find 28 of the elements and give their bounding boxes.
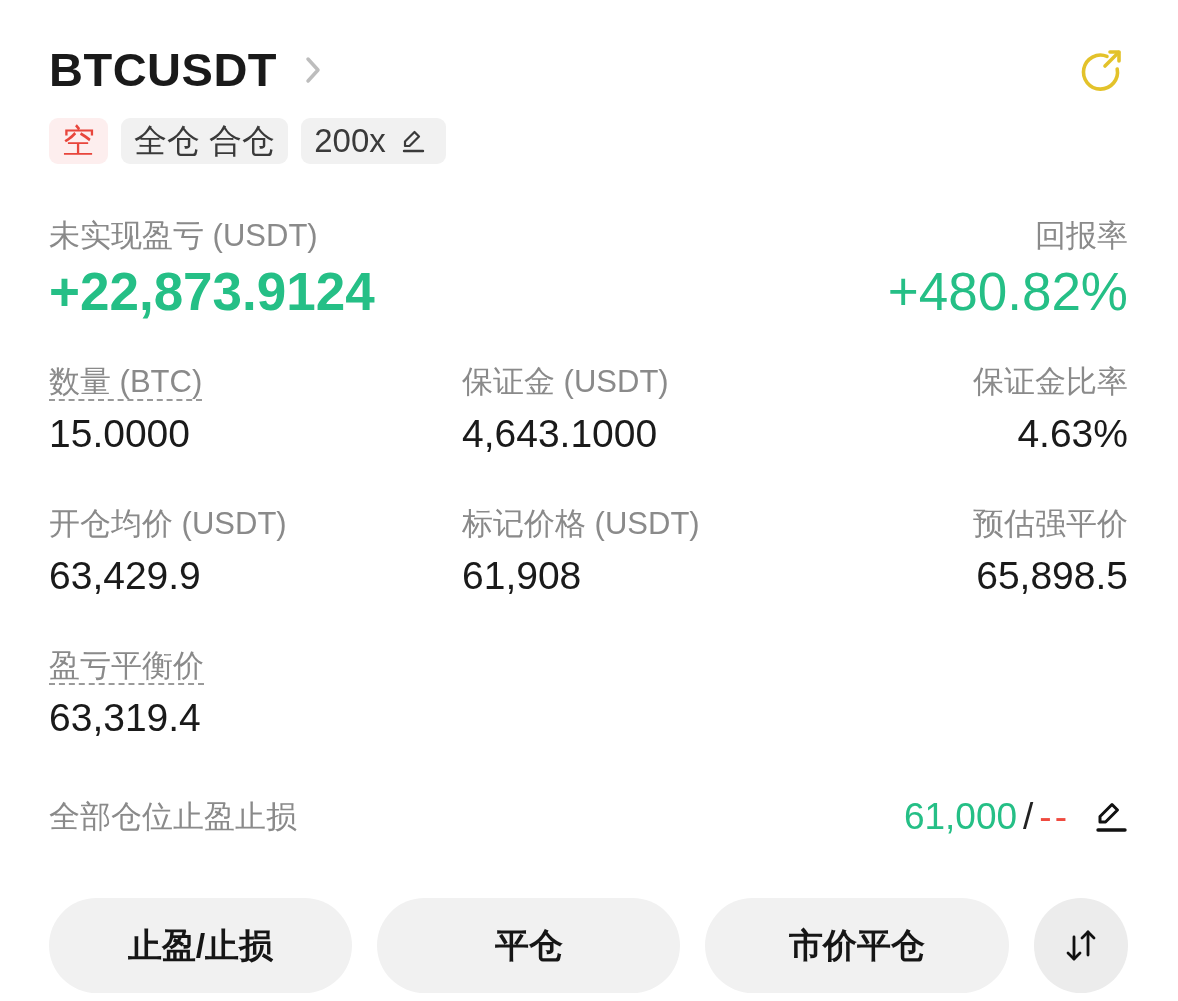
field-value: 4.63% <box>1017 411 1128 457</box>
field-value: 4,643.1000 <box>462 411 658 457</box>
field-label: 开仓均价 (USDT) <box>49 506 287 542</box>
field-label: 保证金 (USDT) <box>462 364 669 400</box>
field-value: 65,898.5 <box>976 553 1128 599</box>
tpsl-label: 全部仓位止盈止损 <box>49 799 297 835</box>
action-button[interactable]: 市价平仓 <box>705 898 1009 993</box>
unrealized-pnl-value: +22,873.9124 <box>49 262 375 322</box>
field-value: 63,429.9 <box>49 553 201 599</box>
leverage-button[interactable]: 200x <box>301 118 446 164</box>
field-label: 标记价格 (USDT) <box>462 506 700 542</box>
action-button[interactable]: 止盈/止损 <box>49 898 353 993</box>
roe-value: +480.82% <box>887 262 1128 322</box>
margin-mode-tag: 全仓 合仓 <box>121 118 289 164</box>
field-value: 63,319.4 <box>49 695 201 741</box>
edit-icon[interactable] <box>1094 800 1128 834</box>
field-value: 15.0000 <box>49 411 190 457</box>
symbol-title: BTCUSDT <box>49 42 278 98</box>
price-separator: / <box>1023 795 1034 839</box>
roe-label: 回报率 <box>1035 218 1128 254</box>
take-profit-price: 61,000 <box>903 795 1018 839</box>
action-button[interactable]: 平仓 <box>377 898 681 993</box>
field-value: 61,908 <box>462 553 582 599</box>
field-label: 保证金比率 <box>973 364 1128 400</box>
field-label: 预估强平价 <box>973 506 1128 542</box>
unrealized-pnl-label: 未实现盈亏 (USDT) <box>49 218 318 254</box>
stop-loss-price: -- <box>1039 795 1070 839</box>
position-side-tag: 空 <box>49 118 108 164</box>
